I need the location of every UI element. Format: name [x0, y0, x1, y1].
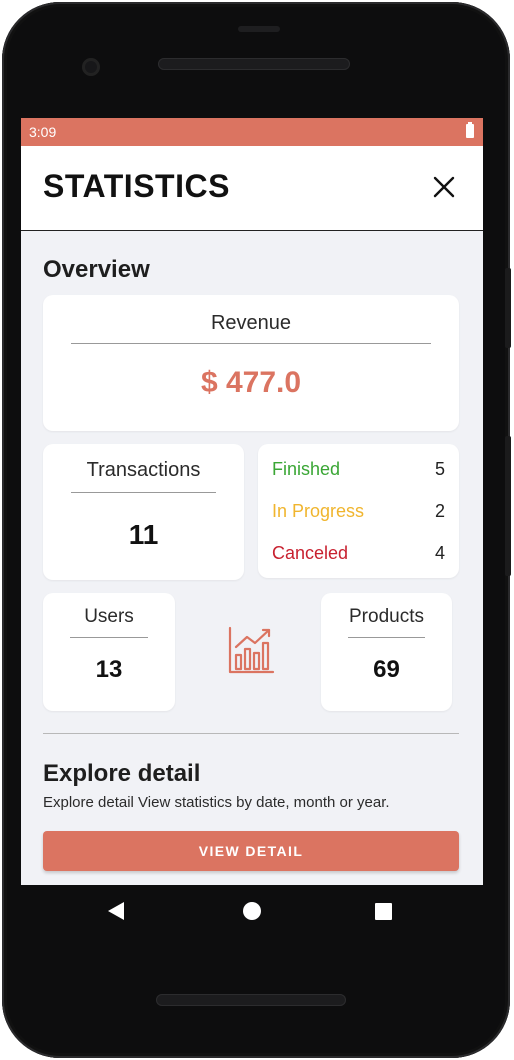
- status-label: Finished: [272, 459, 341, 479]
- transactions-value: 11: [128, 519, 159, 550]
- status-bar: 3:09: [21, 118, 483, 146]
- bar-chart-trend-icon: [228, 626, 275, 674]
- products-label: Products: [349, 606, 424, 627]
- status-count: 2: [434, 501, 445, 521]
- power-button: [505, 268, 511, 348]
- battery-icon: [466, 122, 474, 138]
- earpiece: [238, 26, 280, 32]
- app-bar: STATISTICS: [21, 146, 483, 231]
- volume-button: [505, 436, 511, 576]
- users-label: Users: [84, 606, 134, 627]
- bottom-speaker: [156, 994, 346, 1006]
- users-card: Users 13: [43, 593, 175, 711]
- transactions-label: Transactions: [86, 459, 201, 481]
- status-count: 5: [434, 459, 445, 479]
- overview-title: Overview: [43, 256, 150, 283]
- products-card: Products 69: [321, 593, 452, 711]
- close-icon: [433, 176, 455, 198]
- transactions-divider: [71, 492, 216, 493]
- close-button[interactable]: [431, 174, 459, 202]
- app-screen: 3:09 STATISTICS Overview Revenue $ 477.0…: [21, 118, 483, 885]
- recent-apps-icon[interactable]: [375, 903, 392, 920]
- revenue-value: $ 477.0: [200, 366, 302, 399]
- front-camera: [82, 58, 100, 76]
- home-icon[interactable]: [243, 902, 261, 920]
- transactions-card: Transactions 11: [43, 444, 244, 580]
- revenue-divider: [71, 343, 431, 344]
- section-divider: [43, 733, 459, 734]
- products-value: 69: [373, 656, 400, 683]
- revenue-label: Revenue: [210, 312, 292, 334]
- back-icon[interactable]: [108, 902, 124, 920]
- explore-subtitle: Explore detail View statistics by date, …: [43, 794, 390, 811]
- status-label: In Progress: [272, 501, 365, 521]
- status-label: Canceled: [272, 543, 349, 563]
- page-title: STATISTICS: [43, 168, 230, 204]
- users-divider: [70, 637, 148, 638]
- products-divider: [348, 637, 425, 638]
- top-speaker: [158, 58, 350, 70]
- status-time: 3:09: [29, 124, 57, 140]
- transaction-status-card: Finished 5 In Progress 2 Canceled 4: [258, 444, 459, 578]
- explore-title: Explore detail: [43, 760, 201, 787]
- users-value: 13: [95, 656, 123, 683]
- view-detail-button[interactable]: VIEW DETAIL: [43, 831, 459, 871]
- revenue-card: Revenue $ 477.0: [43, 295, 459, 431]
- status-count: 4: [434, 543, 445, 563]
